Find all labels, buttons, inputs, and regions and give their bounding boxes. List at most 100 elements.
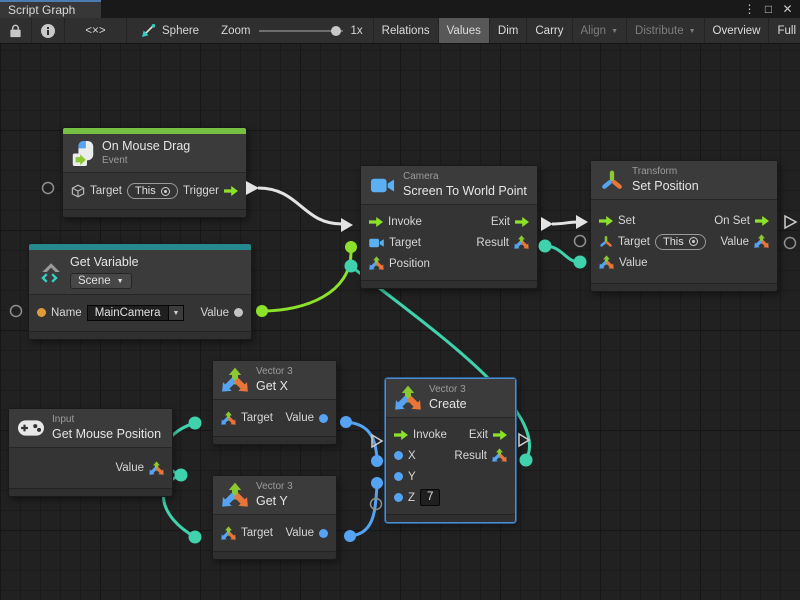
port-label-value: Value (285, 412, 314, 424)
node-header: Get Variable Scene ▼ (29, 250, 251, 295)
camera-icon (370, 176, 395, 195)
port-label-value-in: Value (619, 257, 648, 269)
float-port[interactable] (319, 529, 328, 538)
zoom-level: 1x (351, 25, 363, 37)
float-port[interactable] (394, 493, 403, 502)
flow-arrow-icon[interactable] (224, 186, 238, 196)
node-title: Create (429, 397, 467, 413)
float-port[interactable] (319, 414, 328, 423)
node-header: Vector 3 Get X (213, 361, 336, 400)
vector3-icon (222, 367, 248, 394)
node-on-mouse-drag[interactable]: On Mouse Drag Event Target This Trigger (62, 127, 247, 218)
node-subtitle: Event (102, 155, 190, 168)
carry-button[interactable]: Carry (526, 18, 571, 43)
node-title: Set Position (632, 179, 699, 195)
distribute-dropdown[interactable]: Distribute▼ (626, 18, 704, 43)
port-label-x: X (408, 450, 416, 462)
zoom-slider[interactable] (259, 25, 343, 37)
target-picker-icon[interactable] (689, 237, 698, 246)
code-icon: <×> (85, 25, 105, 37)
port-label-exit: Exit (491, 216, 510, 228)
node-footer (29, 331, 251, 339)
port-label-value: Value (285, 527, 314, 539)
variable-name-field[interactable]: MainCamera ▼ (87, 305, 185, 321)
node-header: Vector 3 Create (386, 379, 515, 418)
node-set-position[interactable]: Transform Set Position Set On Set Target (590, 160, 778, 292)
vector3-port-icon[interactable] (221, 411, 236, 426)
values-button[interactable]: Values (438, 18, 489, 43)
zoom-label: Zoom (221, 25, 250, 37)
node-vector3-get-x[interactable]: Vector 3 Get X Target Value (212, 360, 337, 445)
graph-toolbar: <×> Sphere Zoom 1x Relations Values Dim … (0, 18, 800, 44)
node-header: Camera Screen To World Point (361, 166, 537, 205)
port-label-name: Name (51, 307, 82, 319)
node-footer (213, 551, 336, 559)
vector3-port-icon[interactable] (599, 255, 614, 270)
info-icon (41, 24, 55, 38)
script-graph-window: Script Graph ⋮ □ ✕ <×> Sphere Zoom (0, 0, 800, 600)
port-label-invoke: Invoke (388, 216, 422, 228)
camera-port-icon[interactable] (369, 237, 384, 249)
flow-arrow-icon[interactable] (515, 217, 529, 227)
node-category: Transform (632, 166, 699, 179)
graph-breadcrumb[interactable]: Sphere (127, 18, 211, 43)
info-button[interactable] (32, 18, 65, 43)
vector3-port-icon[interactable] (369, 256, 384, 271)
z-value-field[interactable]: 7 (420, 489, 440, 506)
this-target-button[interactable]: This (655, 234, 706, 250)
zoom-slider-handle[interactable] (331, 26, 341, 36)
flow-arrow-icon[interactable] (755, 216, 769, 226)
node-header: Input Get Mouse Position (9, 409, 172, 448)
target-picker-icon[interactable] (161, 187, 170, 196)
overview-button[interactable]: Overview (704, 18, 769, 43)
float-port[interactable] (394, 472, 403, 481)
vector3-port-icon[interactable] (221, 526, 236, 541)
zoom-control: Zoom 1x (211, 18, 373, 43)
flow-arrow-icon[interactable] (599, 216, 613, 226)
vector3-port-icon[interactable] (149, 461, 164, 476)
lock-icon (9, 24, 22, 38)
node-footer (9, 488, 172, 496)
close-icon[interactable]: ✕ (779, 1, 796, 17)
lock-button[interactable] (0, 18, 32, 43)
port-label-value: Value (115, 462, 144, 474)
port-label-target: Target (618, 236, 650, 248)
vector3-port-icon[interactable] (514, 235, 529, 250)
this-target-button[interactable]: This (127, 183, 178, 199)
vector3-port-icon[interactable] (492, 448, 507, 463)
node-get-mouse-position[interactable]: Input Get Mouse Position Value (8, 408, 173, 497)
object-port[interactable] (234, 308, 243, 317)
string-port[interactable] (37, 308, 46, 317)
variable-scope-dropdown[interactable]: Scene ▼ (70, 273, 132, 289)
vector3-icon (395, 385, 421, 412)
flow-arrow-icon[interactable] (369, 217, 383, 227)
flow-arrow-icon[interactable] (493, 430, 507, 440)
port-label-on-set: On Set (714, 215, 750, 227)
flow-arrow-icon[interactable] (394, 430, 408, 440)
port-label-trigger: Trigger (183, 185, 219, 197)
float-port[interactable] (394, 451, 403, 460)
dim-button[interactable]: Dim (489, 18, 526, 43)
tab-bar: Script Graph ⋮ □ ✕ (0, 0, 800, 18)
node-footer (63, 209, 246, 217)
relations-button[interactable]: Relations (373, 18, 438, 43)
vector3-port-icon[interactable] (754, 234, 769, 249)
node-vector3-create[interactable]: Vector 3 Create Invoke Exit X (385, 378, 516, 523)
full-screen-button[interactable]: Full Screen (768, 18, 800, 43)
port-label-z: Z (408, 492, 415, 504)
port-label-target: Target (241, 412, 273, 424)
port-label-result: Result (454, 450, 487, 462)
code-view-button[interactable]: <×> (65, 18, 127, 43)
transform-port-icon[interactable] (599, 235, 613, 248)
port-label-invoke: Invoke (413, 429, 447, 441)
window-menu-icon[interactable]: ⋮ (741, 1, 758, 17)
node-vector3-get-y[interactable]: Vector 3 Get Y Target Value (212, 475, 337, 560)
align-dropdown[interactable]: Align▼ (572, 18, 627, 43)
maximize-icon[interactable]: □ (760, 1, 777, 17)
node-category: Camera (403, 171, 527, 184)
node-title: Get Variable (70, 255, 139, 271)
node-category: Vector 3 (256, 366, 293, 379)
node-screen-to-world-point[interactable]: Camera Screen To World Point Invoke Exit… (360, 165, 538, 289)
tab-script-graph[interactable]: Script Graph (0, 0, 101, 18)
node-get-variable[interactable]: Get Variable Scene ▼ Name MainCamera ▼ (28, 243, 252, 340)
